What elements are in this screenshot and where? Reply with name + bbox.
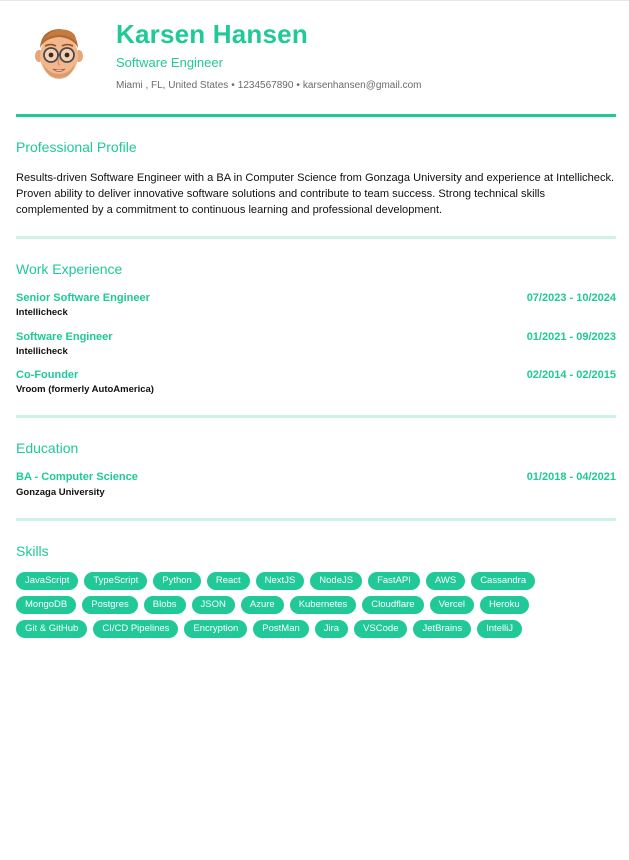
skills-row: Git & GitHub CI/CD Pipelines Encryption Pos…: [16, 620, 616, 638]
skill-tag: Cassandra: [471, 572, 536, 590]
skill-tag: NodeJS: [310, 572, 363, 590]
memoji-avatar-icon: [35, 29, 83, 79]
skill-tag: TypeScript: [84, 572, 148, 590]
contact-separator: •: [231, 80, 235, 91]
school-name: Gonzaga University: [16, 487, 105, 498]
skill-tag: Azure: [240, 596, 284, 614]
profile-heading: Professional Profile: [16, 139, 137, 155]
skill-tag: Heroku: [480, 596, 529, 614]
skill-tag: JSON: [191, 596, 235, 614]
skills-row: JavaScript TypeScript Python React NextJS Nod…: [16, 572, 616, 590]
header-divider: [16, 114, 616, 117]
degree-title: BA - Computer Science: [16, 471, 138, 483]
education-heading: Education: [16, 440, 79, 456]
skill-tag: Vercel: [429, 596, 474, 614]
job-title: Co-Founder: [16, 369, 79, 381]
contact-location: Miami , FL, United States: [116, 80, 229, 91]
skill-tag: JetBrains: [413, 620, 472, 638]
skill-tag: IntelliJ: [477, 620, 523, 638]
section-divider: [16, 518, 616, 521]
job-title: Software Engineer: [16, 331, 113, 343]
skill-tag: Blobs: [143, 596, 186, 614]
skill-tag: Encryption: [184, 620, 248, 638]
candidate-title: Software Engineer: [116, 55, 223, 70]
section-divider: [16, 236, 616, 239]
work-heading: Work Experience: [16, 261, 123, 277]
profile-text: Results-driven Software Engineer with a …: [16, 172, 615, 216]
skill-tag: Kubernetes: [289, 596, 357, 614]
contact-phone[interactable]: 1234567890: [238, 80, 294, 91]
skills-row: MongoDB Postgres Blobs JSON Azure Kubernetes C…: [16, 596, 616, 614]
resume-page: Karsen Hansen Software Engineer Miami , …: [0, 0, 629, 860]
skill-tag: Cloudflare: [362, 596, 424, 614]
job-dates: 01/2021 - 09/2023: [526, 331, 616, 343]
skill-tag: React: [206, 572, 250, 590]
skill-tag: CI/CD Pipelines: [93, 620, 179, 638]
candidate-name: Karsen Hansen: [116, 19, 308, 49]
skill-tag: Postgres: [82, 596, 138, 614]
job-company: Vroom (formerly AutoAmerica): [16, 384, 154, 395]
degree-dates: 01/2018 - 04/2021: [526, 471, 616, 483]
contact-email[interactable]: karsenhansen@gmail.com: [303, 80, 422, 91]
skill-tag: Git & GitHub: [16, 620, 88, 638]
section-divider: [16, 415, 616, 418]
resume-header: Karsen Hansen Software Engineer Miami , …: [16, 19, 616, 99]
skill-tag: Jira: [314, 620, 349, 638]
job-company: Intellicheck: [16, 307, 68, 318]
contact-line: Miami , FL, United States • 1234567890 • kar…: [116, 80, 421, 91]
skill-tag: NextJS: [255, 572, 305, 590]
job-dates: 02/2014 - 02/2015: [526, 369, 616, 381]
contact-separator: •: [296, 80, 300, 91]
job-title: Senior Software Engineer: [16, 292, 150, 304]
job-company: Intellicheck: [16, 346, 68, 357]
job-dates: 07/2023 - 10/2024: [526, 292, 616, 304]
skill-tag: AWS: [425, 572, 466, 590]
skill-tag: MongoDB: [16, 596, 77, 614]
skills-list: JavaScript TypeScript Python React NextJS Nod…: [16, 572, 616, 644]
skill-tag: Python: [153, 572, 201, 590]
skill-tag: PostMan: [253, 620, 309, 638]
skill-tag: JavaScript: [16, 572, 79, 590]
skills-heading: Skills: [16, 543, 49, 559]
skill-tag: VSCode: [354, 620, 408, 638]
skill-tag: FastAPI: [368, 572, 420, 590]
